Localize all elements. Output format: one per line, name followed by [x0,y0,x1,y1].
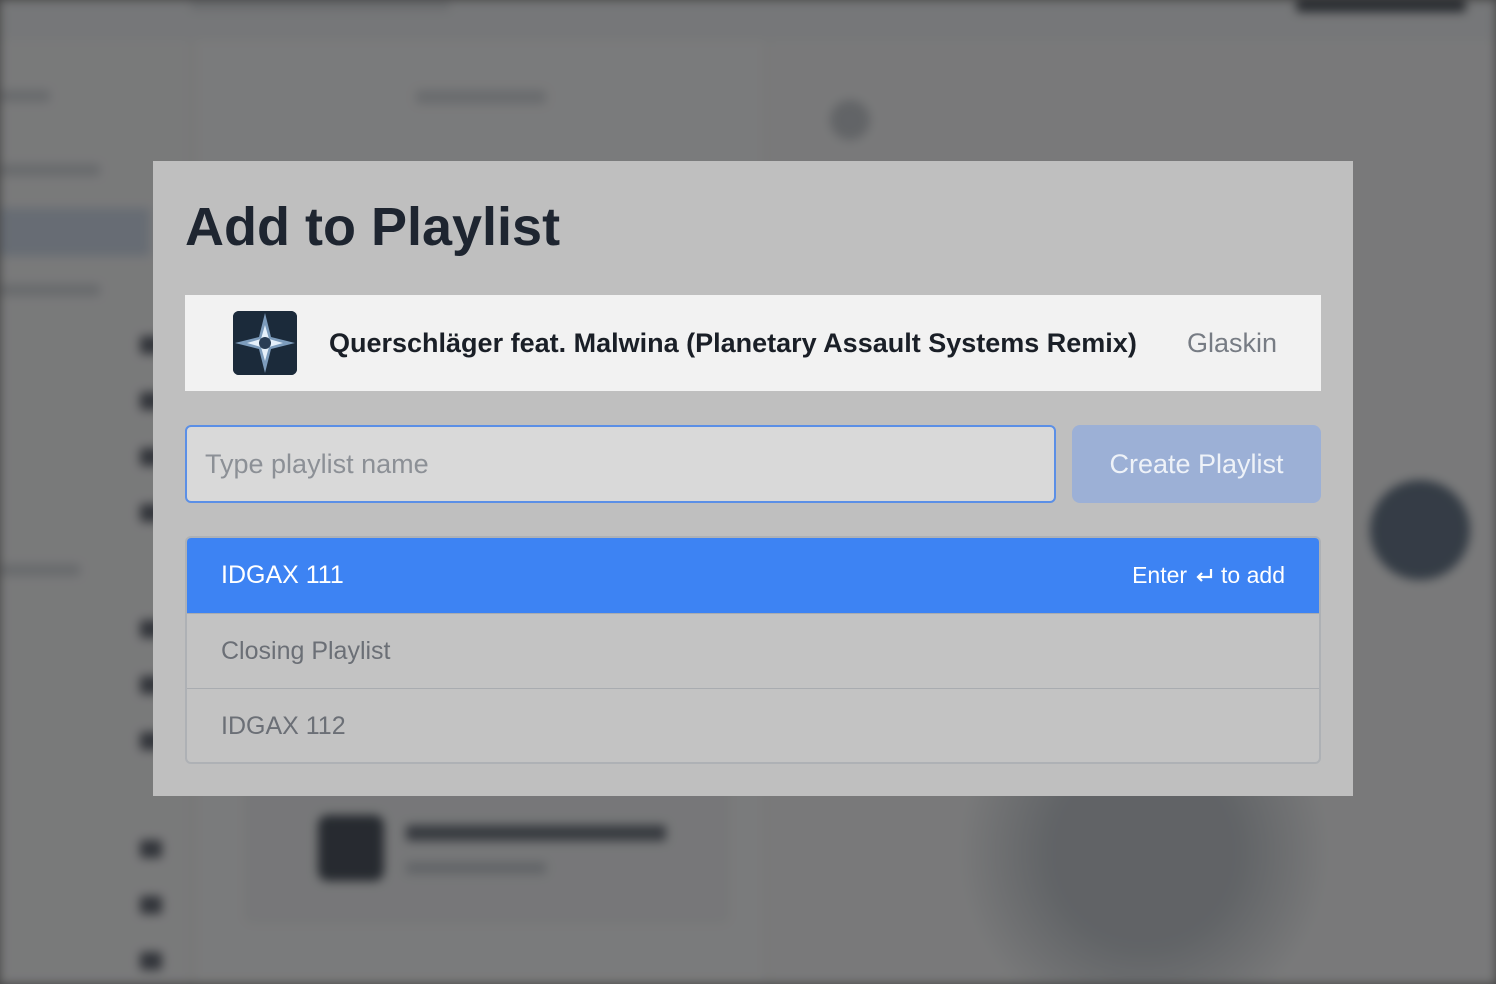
track-title: Querschläger feat. Malwina (Planetary As… [329,328,1137,358]
create-playlist-button[interactable]: Create Playlist [1072,425,1321,503]
modal-title: Add to Playlist [185,197,561,257]
album-art-icon [233,311,297,375]
enter-to-add-hint: Enter to add [1132,562,1285,589]
playlist-item-label: IDGAX 111 [221,561,344,589]
album-art-graphic [233,311,297,375]
hint-prefix: Enter [1132,562,1188,588]
track-summary: Querschläger feat. Malwina (Planetary As… [185,295,1321,391]
playlist-item-label: IDGAX 112 [221,712,346,740]
playlist-item-closing-playlist[interactable]: Closing Playlist [187,614,1319,689]
playlist-item-label: Closing Playlist [221,636,391,665]
return-key-icon [1196,568,1213,582]
playlist-name-input[interactable] [185,425,1056,503]
playlist-item-idgax-112[interactable]: IDGAX 112 [187,689,1319,762]
playlist-list: IDGAX 111 Enter to add Closing Playlist … [185,536,1321,764]
track-artist: Glaskin [1186,328,1277,358]
hint-suffix: to add [1221,562,1285,588]
playlist-item-idgax-111[interactable]: IDGAX 111 Enter to add [187,538,1319,614]
add-to-playlist-modal: Add to Playlist Querschläger feat. Malwi… [153,161,1353,796]
